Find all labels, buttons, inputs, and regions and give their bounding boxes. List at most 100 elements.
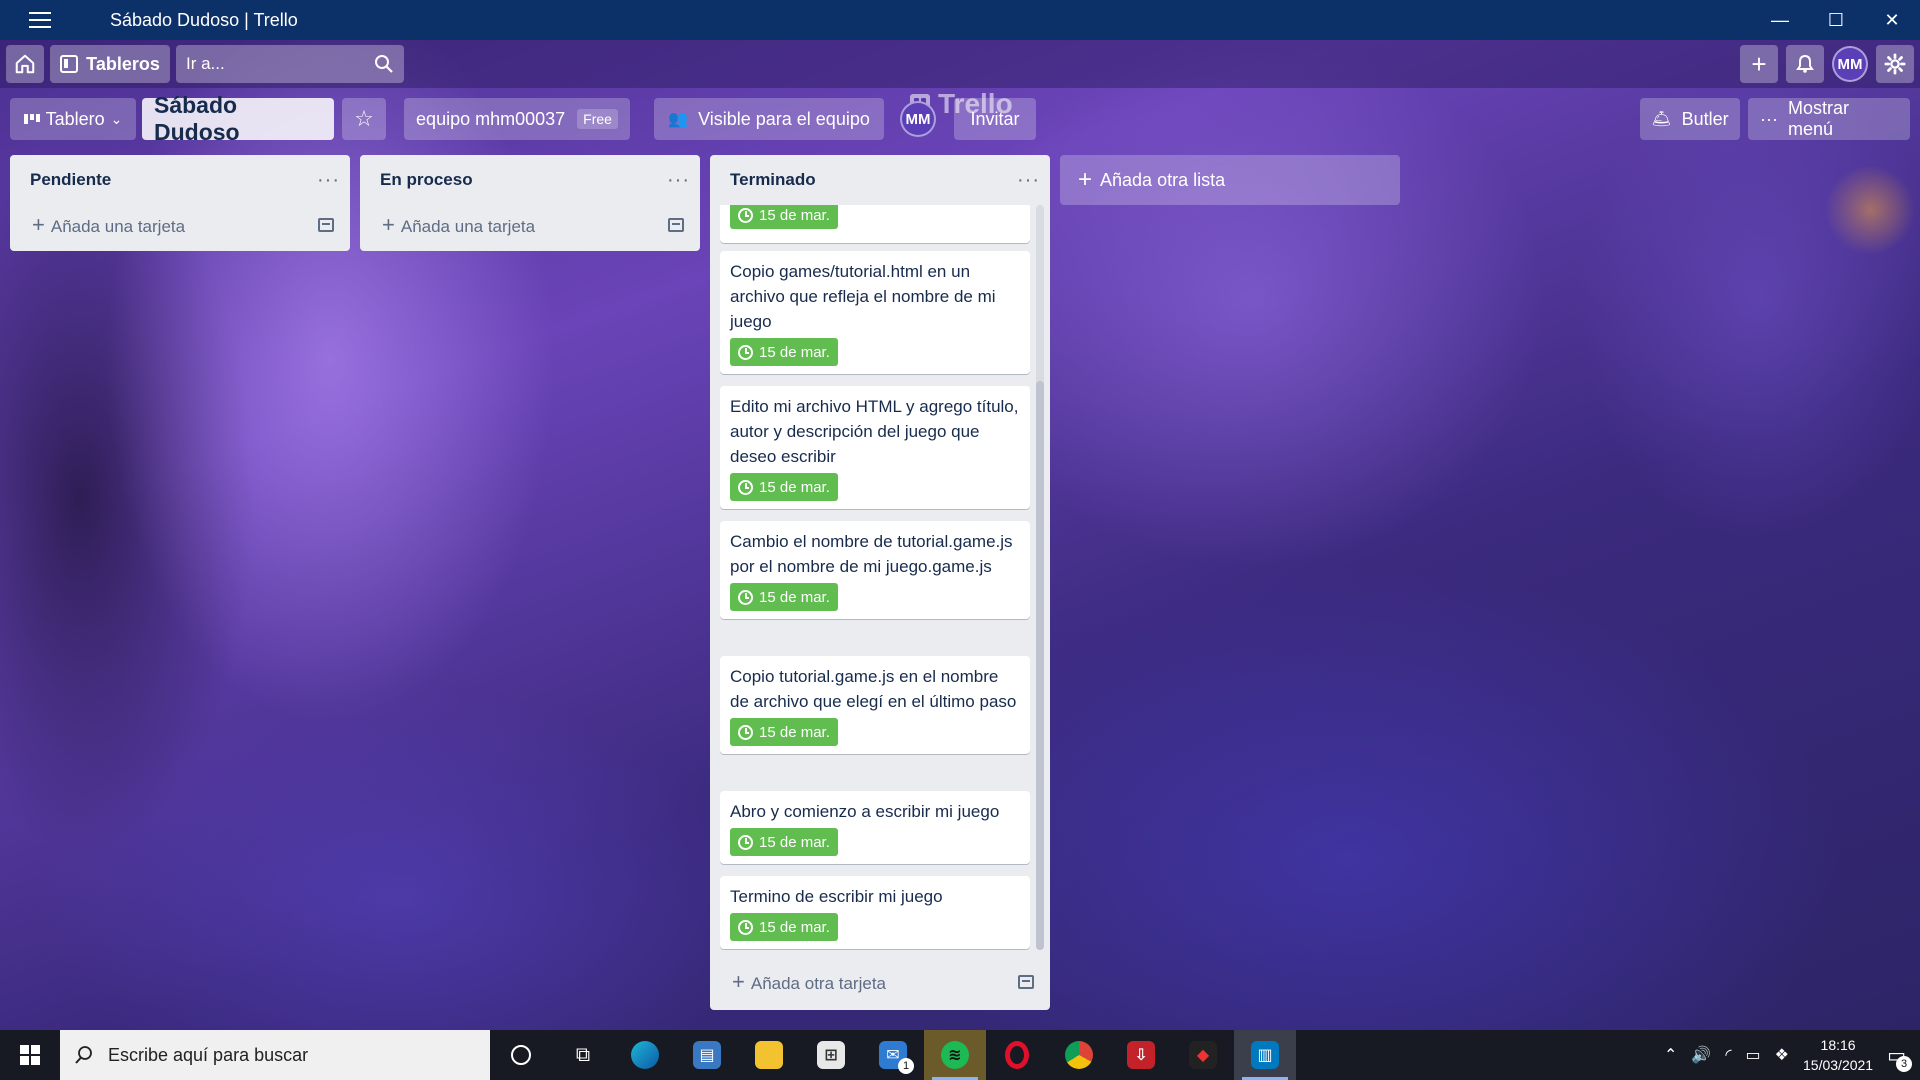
list-title[interactable]: Terminado <box>730 170 816 190</box>
due-date-badge[interactable]: 15 de mar. <box>730 913 838 941</box>
show-menu-button[interactable]: ··· Mostrar menú <box>1748 98 1910 140</box>
due-date-label: 15 de mar. <box>759 918 830 936</box>
butler-label: Butler <box>1681 108 1729 129</box>
spotify-taskbar-button[interactable]: ≋ <box>924 1030 986 1080</box>
list-card[interactable]: Copio tutorial.game.js en el nombre de a… <box>720 656 1030 754</box>
card-template-icon[interactable] <box>668 218 684 232</box>
dropbox-icon[interactable]: ❖ <box>1775 1045 1789 1065</box>
card-template-icon[interactable] <box>1018 975 1034 989</box>
downloader-taskbar-button[interactable]: ⇩ <box>1110 1030 1172 1080</box>
list-pendiente: Pendiente ··· + Añada una tarjeta <box>10 155 350 251</box>
minimize-button[interactable]: — <box>1752 0 1808 40</box>
edge-icon <box>631 1041 659 1069</box>
card-template-icon[interactable] <box>318 218 334 232</box>
cards-container[interactable]: 15 de mar. Copio games/tutorial.html en … <box>720 205 1040 950</box>
notifications-button[interactable] <box>1786 45 1824 83</box>
settings-button[interactable] <box>1876 45 1914 83</box>
add-card-button[interactable]: + Añada una tarjeta <box>360 205 700 245</box>
due-date-badge[interactable]: 15 de mar. <box>730 718 838 746</box>
chevron-down-icon: ⌄ <box>110 110 123 127</box>
maximize-button[interactable]: ☐ <box>1808 0 1864 40</box>
plus-icon: + <box>32 212 45 237</box>
due-date-badge[interactable]: 15 de mar. <box>730 205 838 229</box>
card-title: Copio games/tutorial.html en un archivo … <box>730 262 996 331</box>
boards-button[interactable]: Tableros <box>50 45 170 83</box>
store-taskbar-button[interactable]: ⊞ <box>800 1030 862 1080</box>
list-card[interactable]: Cambio el nombre de tutorial.game.js por… <box>720 521 1030 619</box>
due-date-badge[interactable]: 15 de mar. <box>730 828 838 856</box>
list-card[interactable]: Edito mi archivo HTML y agrego título, a… <box>720 386 1030 509</box>
network-app-icon: ▤ <box>693 1041 721 1069</box>
star-icon: ☆ <box>354 106 374 131</box>
board-member-avatar[interactable]: MM <box>900 101 936 137</box>
file-explorer-taskbar-button[interactable] <box>738 1030 800 1080</box>
list-card[interactable]: 15 de mar. <box>720 205 1030 243</box>
window-title: Sábado Dudoso | Trello <box>110 9 298 30</box>
add-list-button[interactable]: + Añada otra lista <box>1060 155 1400 205</box>
clock-icon <box>738 724 753 740</box>
add-card-label: Añada otra tarjeta <box>750 974 887 993</box>
task-view-button[interactable]: ⧉ <box>552 1030 614 1080</box>
team-button[interactable]: equipo mhm00037 Free <box>404 98 630 140</box>
butler-button[interactable]: 🛎 Butler <box>1640 98 1740 140</box>
show-menu-label: Mostrar menú <box>1787 98 1849 139</box>
chevron-up-icon[interactable]: ⌃ <box>1664 1045 1677 1065</box>
clock-icon <box>738 207 753 223</box>
mail-taskbar-button[interactable]: ✉ 1 <box>862 1030 924 1080</box>
boards-label: Tableros <box>86 53 160 74</box>
taskbar-search[interactable]: Escribe aquí para buscar <box>60 1030 490 1080</box>
clock-icon <box>738 834 753 850</box>
mail-badge: 1 <box>898 1058 914 1074</box>
trello-taskbar-button[interactable]: ▥ <box>1234 1030 1296 1080</box>
boards-icon <box>60 55 79 73</box>
due-date-badge[interactable]: 15 de mar. <box>730 583 838 611</box>
cortana-icon <box>511 1045 531 1065</box>
list-title[interactable]: Pendiente <box>30 170 111 190</box>
edge-taskbar-button[interactable] <box>614 1030 676 1080</box>
due-date-badge[interactable]: 15 de mar. <box>730 338 838 366</box>
visibility-button[interactable]: 👥 Visible para el equipo <box>654 98 884 140</box>
battery-icon[interactable]: ▭ <box>1746 1045 1761 1065</box>
list-scrollbar-thumb[interactable] <box>1036 381 1044 950</box>
add-card-button[interactable]: + Añada una tarjeta <box>10 205 350 245</box>
game-app-taskbar-button[interactable]: ◆ <box>1172 1030 1234 1080</box>
close-button[interactable]: ✕ <box>1864 0 1920 40</box>
opera-taskbar-button[interactable] <box>986 1030 1048 1080</box>
due-date-label: 15 de mar. <box>759 833 830 851</box>
create-button[interactable]: + <box>1740 45 1778 83</box>
home-button[interactable] <box>6 45 44 83</box>
due-date-label: 15 de mar. <box>759 478 830 496</box>
invite-button[interactable]: Invitar <box>954 98 1036 140</box>
start-button[interactable] <box>0 1030 60 1080</box>
due-date-label: 15 de mar. <box>759 588 830 606</box>
list-menu-icon[interactable]: ··· <box>1017 169 1040 192</box>
cortana-button[interactable] <box>490 1030 552 1080</box>
list-card[interactable]: Abro y comienzo a escribir mi juego 15 d… <box>720 791 1030 864</box>
add-card-button[interactable]: + Añada otra tarjeta <box>710 962 1050 1002</box>
taskbar-clock[interactable]: 18:16 15/03/2021 <box>1803 1035 1873 1075</box>
chrome-taskbar-button[interactable] <box>1048 1030 1110 1080</box>
butler-icon: 🛎 <box>1651 111 1672 128</box>
star-button[interactable]: ☆ <box>342 98 386 140</box>
list-title[interactable]: En proceso <box>380 170 473 190</box>
search-input[interactable]: Ir a... <box>176 45 404 83</box>
board-title[interactable]: Sábado Dudoso <box>142 92 334 145</box>
user-avatar[interactable]: MM <box>1832 46 1868 82</box>
clock-icon <box>738 479 753 495</box>
clock-icon <box>738 919 753 935</box>
list-menu-icon[interactable]: ··· <box>667 169 690 192</box>
volume-icon[interactable]: 🔊 <box>1691 1045 1711 1065</box>
hamburger-menu-icon[interactable] <box>0 0 80 40</box>
due-date-badge[interactable]: 15 de mar. <box>730 473 838 501</box>
wifi-icon[interactable]: ◜ <box>1725 1045 1731 1065</box>
list-card[interactable]: Copio games/tutorial.html en un archivo … <box>720 251 1030 374</box>
board-view-switcher[interactable]: Tablero ⌄ <box>10 98 136 140</box>
network-app-taskbar-button[interactable]: ▤ <box>676 1030 738 1080</box>
list-menu-icon[interactable]: ··· <box>317 169 340 192</box>
list-header: Pendiente ··· <box>10 155 350 205</box>
plus-icon: + <box>1751 48 1767 79</box>
list-card[interactable]: Termino de escribir mi juego 15 de mar. <box>720 876 1030 949</box>
action-center-button[interactable]: ▭ 3 <box>1887 1043 1912 1072</box>
list-scrollbar[interactable] <box>1036 205 1044 950</box>
team-name: equipo mhm00037 <box>416 108 566 129</box>
